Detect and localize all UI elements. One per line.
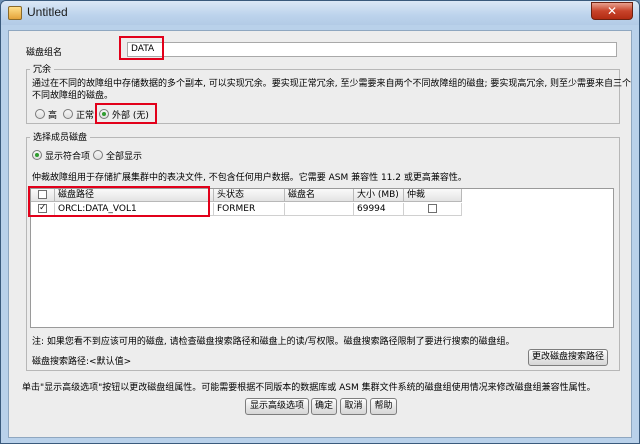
highlight-box-external	[95, 103, 157, 124]
radio-normal[interactable]	[63, 109, 73, 119]
title-bar[interactable]: Untitled ✕	[1, 1, 639, 25]
advanced-options-hint: 单击"显示高级选项"按钮以更改磁盘组属性。可能需要根据不同版本的数据库或 ASM…	[22, 383, 596, 393]
close-button[interactable]: ✕	[591, 2, 633, 20]
cancel-button[interactable]: 取消	[340, 398, 367, 415]
redundancy-description-line1: 通过在不同的故障组中存储数据的多个副本, 可以实现冗余。要实现正常冗余, 至少需…	[32, 79, 632, 89]
cell-size: 69994	[354, 203, 404, 216]
radio-show-all-label: 全部显示	[106, 152, 143, 162]
dialog-window: Untitled ✕ 磁盘组名 DATA 冗余 通过在不同的故障组中存储数据的多…	[0, 0, 640, 444]
show-advanced-options-button[interactable]: 显示高级选项	[245, 398, 309, 415]
disk-note-text: 注: 如果您看不到应该可用的磁盘, 请检查磁盘搜索路径和磁盘上的读/写权限。磁盘…	[32, 337, 515, 347]
redundancy-legend: 冗余	[30, 62, 55, 75]
redundancy-description-line2: 不同故障组的磁盘。	[32, 91, 114, 101]
app-icon	[8, 6, 22, 20]
radio-show-eligible-label: 显示符合项	[45, 152, 91, 162]
disk-group-name-input[interactable]: DATA	[127, 42, 617, 57]
radio-normal-label: 正常	[76, 111, 95, 121]
column-disk-name[interactable]: 磁盘名	[285, 189, 354, 202]
discovery-path-label: 磁盘搜索路径:<默认值>	[32, 357, 132, 367]
member-disks-legend: 选择成员磁盘	[30, 130, 91, 143]
column-header-status[interactable]: 头状态	[214, 189, 285, 202]
disk-group-name-label: 磁盘组名	[26, 48, 63, 58]
column-quorum[interactable]: 仲裁	[404, 189, 462, 202]
highlight-box-disk	[28, 186, 210, 217]
column-size[interactable]: 大小 (MB)	[354, 189, 404, 202]
cell-header-status: FORMER	[214, 203, 285, 216]
radio-show-eligible[interactable]	[32, 150, 42, 160]
radio-show-all[interactable]	[93, 150, 103, 160]
help-button[interactable]: 帮助	[370, 398, 397, 415]
window-title: Untitled	[27, 5, 68, 19]
dialog-content: 磁盘组名 DATA 冗余 通过在不同的故障组中存储数据的多个副本, 可以实现冗余…	[8, 30, 632, 438]
quorum-info-text: 仲裁故障组用于存储扩展集群中的表决文件, 不包含任何用户数据。它需要 ASM 兼…	[32, 173, 467, 183]
ok-button[interactable]: 确定	[311, 398, 337, 415]
change-discovery-path-button[interactable]: 更改磁盘搜索路径	[528, 349, 608, 366]
radio-high-label: 高	[48, 111, 58, 121]
highlight-box-name	[119, 36, 164, 60]
quorum-checkbox[interactable]	[428, 204, 437, 213]
cell-quorum[interactable]	[404, 203, 462, 216]
cell-disk-name	[285, 203, 354, 216]
radio-high[interactable]	[35, 109, 45, 119]
